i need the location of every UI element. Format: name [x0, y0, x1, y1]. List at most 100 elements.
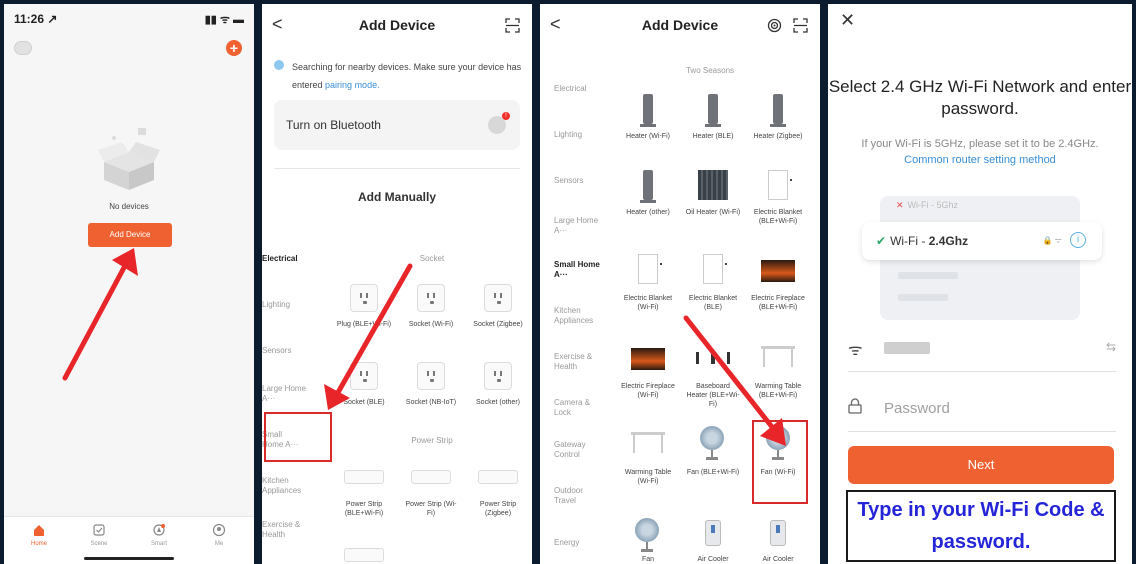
header: < Add Device [262, 4, 532, 48]
tab-home-label: Home [30, 541, 47, 547]
two-seasons-header: Two Seasons [685, 66, 735, 75]
category-large-home[interactable]: Large Home A··· [554, 216, 602, 236]
electric-blanket-icon[interactable] [703, 254, 727, 284]
scan-icon[interactable] [793, 18, 808, 33]
category-sensors[interactable]: Sensors [554, 176, 583, 186]
air-cooler-icon[interactable] [770, 520, 786, 546]
device-label: Socket (BLE) [343, 399, 385, 406]
power-strip-icon[interactable] [411, 470, 451, 484]
category-lighting[interactable]: Lighting [262, 300, 332, 310]
warming-table-icon[interactable] [761, 346, 795, 367]
device-label: Electric Blanket (Wi-Fi) [623, 295, 673, 311]
status-icons: ▮▮ ᯤ ▬ [204, 14, 244, 26]
plug-icon[interactable] [350, 284, 378, 312]
password-field[interactable] [848, 392, 1116, 432]
heater-icon[interactable] [640, 94, 656, 127]
password-input[interactable] [884, 396, 1084, 420]
fan-base [641, 549, 653, 552]
category-lighting[interactable]: Lighting [554, 130, 582, 140]
bluetooth-card[interactable]: Turn on Bluetooth ! [274, 100, 520, 150]
socket-icon-hole [363, 379, 367, 382]
page-title: Select 2.4 GHz Wi-Fi Network and enter p… [828, 77, 1132, 118]
wifi-5ghz-label: Wi-Fi - 5Ghz [907, 200, 959, 210]
tab-me-label: Me [214, 541, 224, 547]
add-plus-button[interactable]: + [226, 40, 242, 56]
category-electrical[interactable]: Electrical [554, 84, 586, 94]
add-device-socket-screen: < Add Device Searching for nearby device… [262, 4, 532, 564]
category-kitchen[interactable]: Kitchen Appliances [554, 306, 606, 326]
device-label: Heater (other) [626, 209, 670, 216]
home-avatar[interactable] [14, 41, 32, 55]
divider [274, 168, 520, 169]
tab-scene[interactable]: Scene [74, 523, 124, 547]
fan-base [706, 457, 718, 460]
device-label: Air Cooler [697, 556, 729, 563]
device-label: Socket (Zigbee) [473, 321, 523, 328]
bluetooth-label: Turn on Bluetooth [286, 118, 381, 132]
heater-icon[interactable] [770, 94, 786, 127]
profile-icon [212, 523, 226, 537]
category-energy[interactable]: Energy [554, 538, 579, 548]
category-exercise[interactable]: Exercise & Health [262, 520, 312, 540]
fan-icon[interactable] [700, 426, 724, 460]
device-label: Socket (other) [476, 399, 520, 406]
info-icon: i [1070, 232, 1086, 248]
warming-table-icon[interactable] [631, 432, 665, 453]
empty-box-illustration [98, 128, 160, 190]
power-strip-icon[interactable] [344, 548, 384, 562]
cross-icon: ✕ [896, 200, 904, 210]
electric-fireplace-icon[interactable] [761, 260, 795, 282]
device-label: Plug (BLE+Wi-Fi) [336, 321, 392, 328]
switch-network-icon[interactable]: ⇆ [1106, 340, 1116, 354]
device-label: Warming Table (Wi-Fi) [624, 469, 672, 485]
category-sensors[interactable]: Sensors [262, 346, 332, 356]
category-kitchen[interactable]: Kitchen Appliances [262, 476, 312, 496]
category-large-home[interactable]: Large Home A··· [262, 384, 310, 404]
wifi-24ghz-text: ✔ Wi-Fi - 2.4Ghz [876, 234, 968, 248]
socket-icon[interactable] [484, 362, 512, 390]
socket-icon[interactable] [350, 362, 378, 390]
category-small-home[interactable]: Small Home A··· [554, 260, 600, 280]
category-outdoor[interactable]: Outdoor Travel [554, 486, 600, 506]
device-label: Power Strip (Wi-Fi) [405, 501, 457, 517]
small-home-highlight [264, 412, 332, 462]
category-camera-lock[interactable]: Camera & Lock [554, 398, 600, 418]
scan-icon[interactable] [505, 18, 520, 33]
status-time: 11:26 ↗ [14, 12, 58, 26]
heater-icon[interactable] [640, 170, 656, 203]
category-electrical[interactable]: Electrical [262, 254, 332, 264]
category-exercise[interactable]: Exercise & Health [554, 352, 600, 372]
oil-heater-icon[interactable] [698, 170, 728, 200]
next-button[interactable]: Next [848, 446, 1114, 484]
tab-me[interactable]: Me [194, 523, 244, 547]
pairing-mode-link[interactable]: pairing mode. [325, 80, 380, 90]
wifi-scan-icon[interactable] [767, 18, 782, 33]
wifi-ssid-field[interactable]: ᯤ ⇆ [848, 336, 1116, 372]
device-label: Baseboard Heater (BLE+Wi-Fi) [686, 383, 740, 408]
electric-blanket-icon[interactable] [768, 170, 792, 200]
electric-blanket-icon[interactable] [638, 254, 662, 284]
device-label: Fan (BLE+Wi-Fi) [686, 469, 740, 476]
tab-smart[interactable]: Smart [134, 523, 184, 547]
page-title: Add Device [358, 17, 436, 33]
add-device-button[interactable]: Add Device [88, 223, 172, 247]
placeholder-bar [898, 272, 958, 279]
socket-icon[interactable] [417, 362, 445, 390]
tab-home[interactable]: Home [14, 523, 64, 547]
air-cooler-icon[interactable] [705, 520, 721, 546]
close-button[interactable]: ✕ [840, 10, 855, 31]
heater-icon[interactable] [705, 94, 721, 127]
scene-icon [93, 524, 105, 536]
power-strip-icon[interactable] [478, 470, 518, 484]
socket-icon[interactable] [417, 284, 445, 312]
electric-fireplace-icon[interactable] [631, 348, 665, 370]
power-strip-icon[interactable] [344, 470, 384, 484]
socket-icon[interactable] [484, 284, 512, 312]
searching-text: Searching for nearby devices. Make sure … [292, 58, 522, 94]
fan-icon[interactable] [635, 518, 659, 552]
category-gateway[interactable]: Gateway Control [554, 440, 600, 460]
router-setting-link[interactable]: Common router setting method [904, 154, 1056, 166]
wifi-24ghz-band: 2.4Ghz [928, 234, 969, 248]
baseboard-heater-icon[interactable] [696, 352, 730, 364]
socket-icon-hole [497, 301, 501, 304]
